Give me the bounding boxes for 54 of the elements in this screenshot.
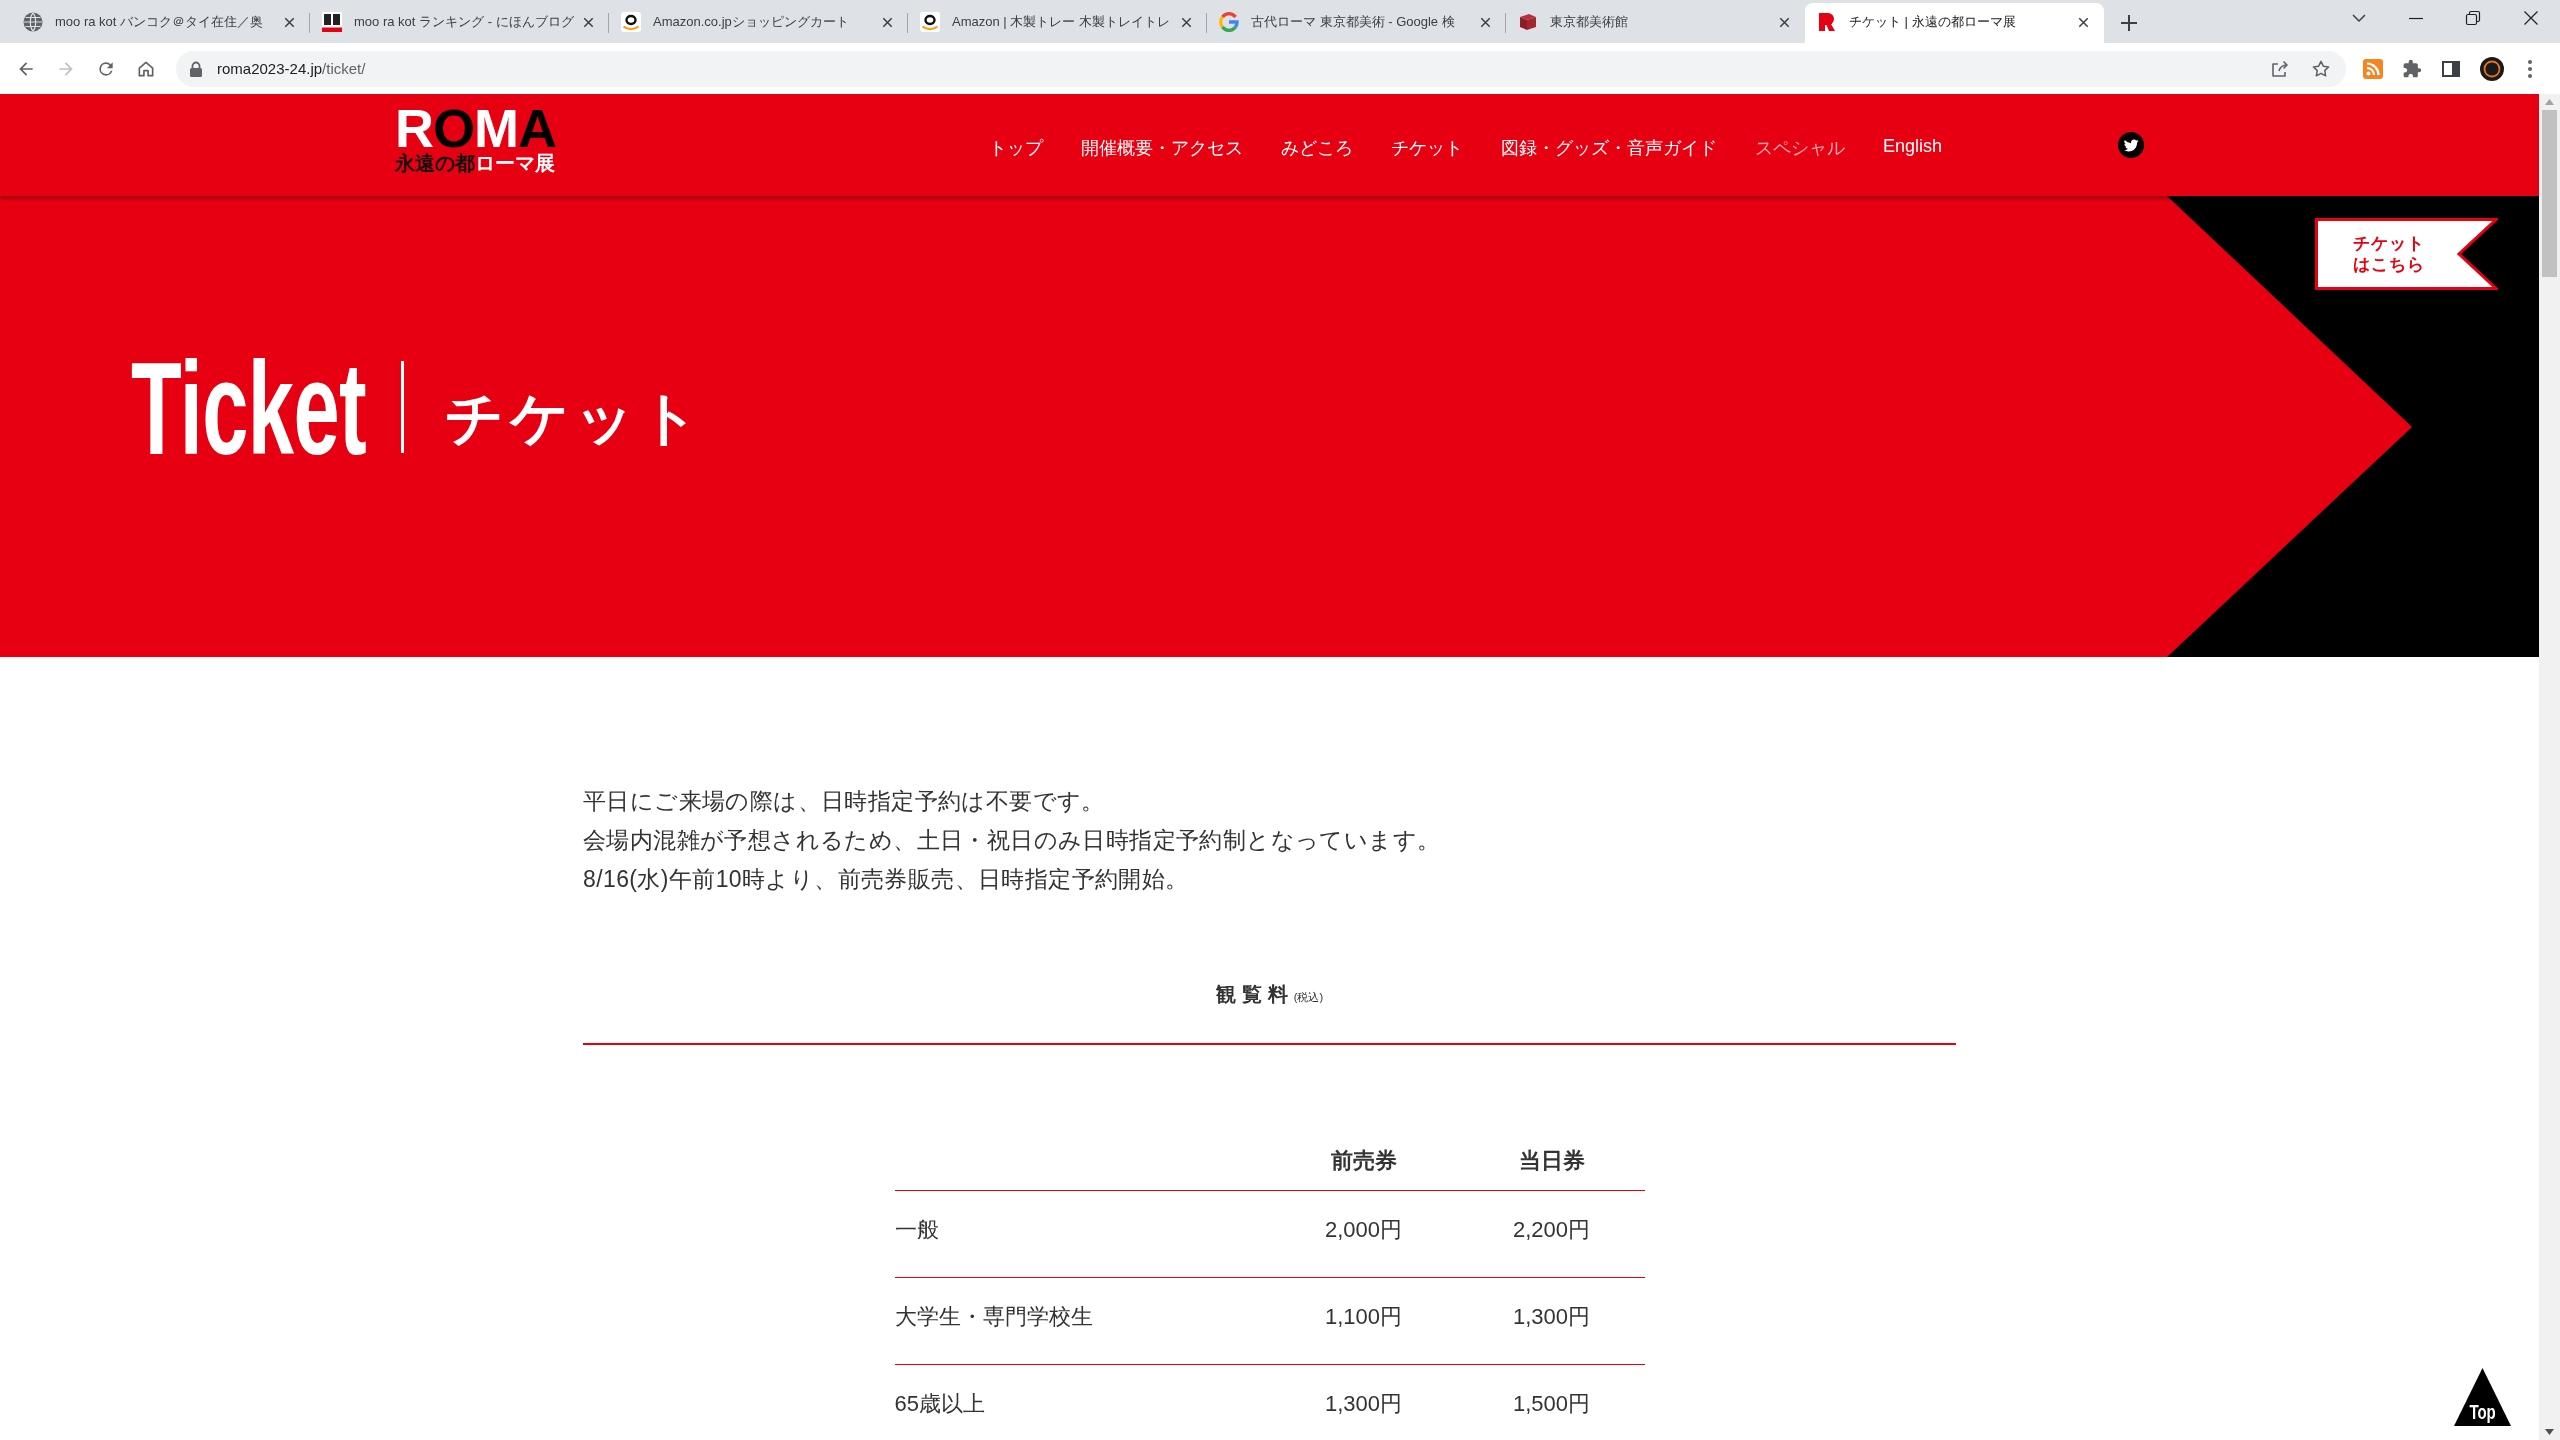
table-cell-text: 1,500円 xyxy=(1511,1390,1592,1418)
nav-link[interactable]: 図録・グッズ・音声ガイド xyxy=(1501,135,1717,160)
lock-icon xyxy=(189,60,203,77)
intro-text: 会場内混雑が予想されるため、土日・祝日のみ日時指定予約制となっています。 xyxy=(583,826,1442,855)
intro-text: 平日にご来場の際は、日時指定予約は不要です。 xyxy=(583,787,1106,816)
nav-link[interactable]: English xyxy=(1883,135,1943,160)
share-icon[interactable] xyxy=(2270,58,2290,79)
column-header: 当日券 xyxy=(1517,1147,1586,1175)
kebab-menu-icon[interactable] xyxy=(2527,58,2533,79)
browser-tab[interactable]: Amazon | 木製トレー 木製トレイトレ xyxy=(908,3,1207,43)
restore-icon[interactable] xyxy=(2464,10,2481,26)
row-header: 大学生・専門学校生 xyxy=(894,1303,1094,1331)
table-cell-text: 1,300円 xyxy=(1323,1390,1404,1418)
avatar-icon[interactable] xyxy=(2480,56,2504,81)
browser-tab[interactable]: moo ra kot ランキング - にほんブログ xyxy=(310,3,609,43)
page-subtitle: チケット xyxy=(445,389,706,447)
smile-arc-icon xyxy=(920,12,940,32)
nav-link[interactable]: みどころ xyxy=(1281,135,1353,160)
star-icon[interactable] xyxy=(2311,58,2331,79)
site-logo[interactable]: ROMA 永遠の都ローマ展 xyxy=(395,108,556,174)
nav-link[interactable]: 開催概要・アクセス xyxy=(1081,135,1243,160)
table-cell-text: 2,200円 xyxy=(1511,1216,1592,1244)
row-header: 65歳以上 xyxy=(894,1390,986,1418)
bird-icon[interactable] xyxy=(2118,132,2144,158)
smile-arc-icon xyxy=(621,12,641,32)
intro-text: 8/16(水)午前10時より、前売券販売、日時指定予約開始。 xyxy=(583,865,1190,894)
ticket-banner-button[interactable]: チケット はこちら xyxy=(2315,218,2498,290)
caret-down-icon[interactable] xyxy=(2545,1429,2554,1435)
browser-tab[interactable]: 古代ローマ 東京都美術 - Google 検 xyxy=(1207,3,1506,43)
browser-tab[interactable]: チケット | 永遠の都ローマ展 xyxy=(1805,3,2104,43)
browser-tab[interactable]: Amazon.co.jpショッピングカート xyxy=(609,3,908,43)
puzzle-icon[interactable] xyxy=(2402,58,2422,79)
address-bar[interactable]: roma2023-24.jp/ticket/ xyxy=(176,50,2346,87)
table-cell-text: 1,300円 xyxy=(1511,1303,1592,1331)
multicolor-ring-icon xyxy=(1219,12,1239,32)
table-cell-text: 1,100円 xyxy=(1323,1303,1404,1331)
site-favicon-icon xyxy=(322,12,342,32)
nav-link[interactable]: トップ xyxy=(989,135,1043,160)
sidebar-icon[interactable] xyxy=(2441,58,2461,79)
globe-icon xyxy=(23,12,43,32)
browser-tab[interactable]: moo ra kot バンコク＠タイ在住／奥 xyxy=(11,3,310,43)
scrollbar-thumb[interactable] xyxy=(2542,110,2557,277)
plus-icon[interactable] xyxy=(2120,14,2138,32)
close-icon[interactable] xyxy=(2522,10,2539,26)
browser-tab[interactable]: 東京都美術館 xyxy=(1506,3,1805,43)
column-header: 前売券 xyxy=(1329,1147,1398,1175)
rss-icon[interactable] xyxy=(2363,58,2383,79)
site-favicon-icon xyxy=(1817,12,1837,32)
nav-link[interactable]: チケット xyxy=(1391,135,1463,160)
row-header: 一般 xyxy=(894,1216,940,1244)
table-cell-text: 2,000円 xyxy=(1323,1216,1404,1244)
cube-icon xyxy=(1518,12,1538,32)
back-to-top-button[interactable]: Top xyxy=(2454,1368,2511,1426)
page-title: Ticket xyxy=(131,343,367,475)
